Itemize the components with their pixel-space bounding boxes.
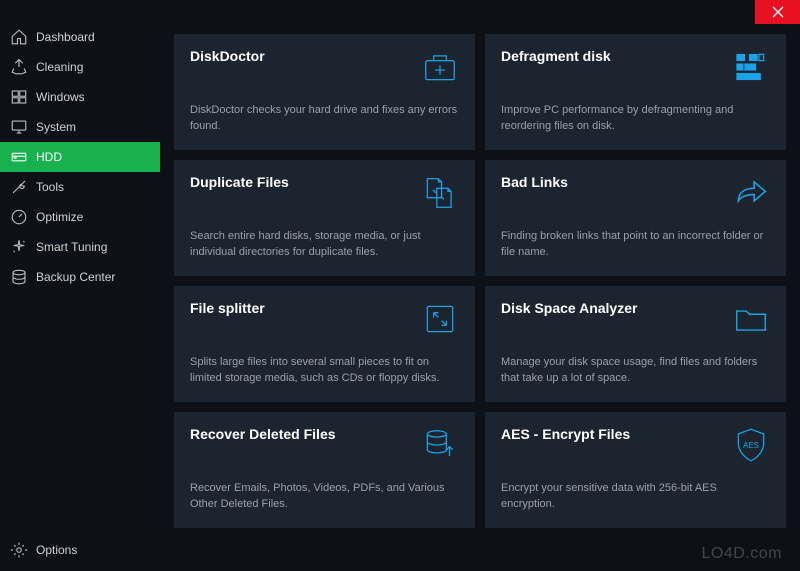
card-title: Bad Links — [501, 174, 568, 190]
card-desc: Recover Emails, Photos, Videos, PDFs, an… — [190, 481, 459, 512]
card-defragment[interactable]: Defragment disk Improve PC performance b… — [485, 34, 786, 150]
sidebar-item-label: Optimize — [36, 210, 83, 224]
sidebar-item-label: System — [36, 120, 76, 134]
sidebar: Dashboard Cleaning Windows System HDD — [0, 22, 160, 571]
card-title: Recover Deleted Files — [190, 426, 336, 442]
card-title: Disk Space Analyzer — [501, 300, 637, 316]
card-file-splitter[interactable]: File splitter Splits large files into se… — [174, 286, 475, 402]
svg-text:AES: AES — [743, 441, 759, 450]
card-bad-links[interactable]: Bad Links Finding broken links that poin… — [485, 160, 786, 276]
recover-icon — [421, 426, 459, 464]
close-icon — [772, 6, 784, 18]
tools-icon — [10, 178, 28, 196]
gear-icon — [10, 541, 28, 559]
sidebar-item-label: Windows — [36, 90, 85, 104]
card-desc: Finding broken links that point to an in… — [501, 229, 770, 260]
recycle-icon — [10, 58, 28, 76]
card-desc: Splits large files into several small pi… — [190, 355, 459, 386]
card-recover-deleted[interactable]: Recover Deleted Files Recover Emails, Ph… — [174, 412, 475, 528]
shield-aes-icon: AES — [732, 426, 770, 464]
split-icon — [421, 300, 459, 338]
gauge-icon — [10, 208, 28, 226]
card-desc: Encrypt your sensitive data with 256-bit… — [501, 481, 770, 512]
card-title: Defragment disk — [501, 48, 611, 64]
main-content: DiskDoctor DiskDoctor checks your hard d… — [160, 22, 800, 571]
hdd-icon — [10, 148, 28, 166]
card-desc: Manage your disk space usage, find files… — [501, 355, 770, 386]
card-duplicate-files[interactable]: Duplicate Files Search entire hard disks… — [174, 160, 475, 276]
card-desc: Search entire hard disks, storage media,… — [190, 229, 459, 260]
card-disk-space-analyzer[interactable]: Disk Space Analyzer Manage your disk spa… — [485, 286, 786, 402]
sidebar-item-label: Options — [36, 543, 77, 557]
sidebar-item-cleaning[interactable]: Cleaning — [0, 52, 160, 82]
sidebar-item-label: Cleaning — [36, 60, 83, 74]
card-desc: DiskDoctor checks your hard drive and fi… — [190, 103, 459, 134]
medkit-icon — [421, 48, 459, 86]
card-aes-encrypt[interactable]: AES - Encrypt Files AES Encrypt your sen… — [485, 412, 786, 528]
card-desc: Improve PC performance by defragmenting … — [501, 103, 770, 134]
sidebar-item-label: Tools — [36, 180, 64, 194]
sidebar-item-hdd[interactable]: HDD — [0, 142, 160, 172]
sidebar-item-smart-tuning[interactable]: Smart Tuning — [0, 232, 160, 262]
card-title: File splitter — [190, 300, 265, 316]
sidebar-item-label: Backup Center — [36, 270, 115, 284]
folder-icon — [732, 300, 770, 338]
card-title: Duplicate Files — [190, 174, 289, 190]
duplicate-icon — [421, 174, 459, 212]
sidebar-item-dashboard[interactable]: Dashboard — [0, 22, 160, 52]
sidebar-item-backup-center[interactable]: Backup Center — [0, 262, 160, 292]
windows-icon — [10, 88, 28, 106]
sidebar-item-optimize[interactable]: Optimize — [0, 202, 160, 232]
sidebar-item-label: Dashboard — [36, 30, 95, 44]
home-icon — [10, 28, 28, 46]
close-button[interactable] — [755, 0, 800, 24]
sidebar-item-label: HDD — [36, 150, 62, 164]
sidebar-item-label: Smart Tuning — [36, 240, 107, 254]
database-icon — [10, 268, 28, 286]
card-title: DiskDoctor — [190, 48, 265, 64]
card-diskdoctor[interactable]: DiskDoctor DiskDoctor checks your hard d… — [174, 34, 475, 150]
sidebar-item-windows[interactable]: Windows — [0, 82, 160, 112]
watermark: LO4D.com — [702, 545, 782, 563]
share-arrow-icon — [732, 174, 770, 212]
card-title: AES - Encrypt Files — [501, 426, 630, 442]
monitor-icon — [10, 118, 28, 136]
sidebar-item-tools[interactable]: Tools — [0, 172, 160, 202]
sparkle-icon — [10, 238, 28, 256]
defrag-icon — [732, 48, 770, 86]
sidebar-item-system[interactable]: System — [0, 112, 160, 142]
sidebar-item-options[interactable]: Options — [0, 535, 160, 571]
